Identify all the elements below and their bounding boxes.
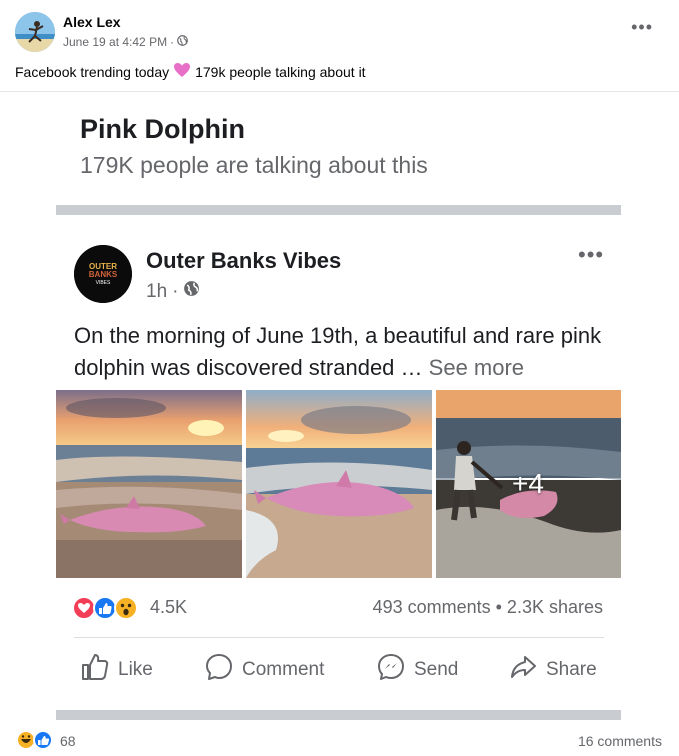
globe-icon xyxy=(183,280,200,303)
divider-bar xyxy=(56,205,621,215)
pink-heart-icon xyxy=(173,62,191,81)
page-time: 1h xyxy=(146,280,168,302)
globe-icon xyxy=(177,35,188,49)
post-footer: 68 16 comments xyxy=(0,720,679,756)
logo-text-vibes: VIBES xyxy=(96,280,111,286)
post-caption: Facebook trending today 179k people talk… xyxy=(15,62,366,81)
more-options-button[interactable]: ••• xyxy=(631,18,653,36)
dolphin-photo-2 xyxy=(246,390,432,578)
reaction-icons xyxy=(72,596,146,620)
reactions-bar: 4.5K 493 comments • 2.3K shares xyxy=(56,592,621,624)
page-meta: 1h · xyxy=(146,280,200,303)
footer-comments-link[interactable]: 16 comments xyxy=(578,733,662,749)
more-photos-overlay: +4 xyxy=(512,468,544,499)
reaction-count: 4.5K xyxy=(150,597,188,617)
share-arrow-icon xyxy=(508,652,538,688)
caption-text-after: 179k people talking about it xyxy=(195,63,366,80)
thumbs-up-icon xyxy=(80,652,110,688)
dolphin-photo-1 xyxy=(56,390,242,578)
trend-subtitle: 179K people are talking about this xyxy=(80,152,428,178)
page-name: Outer Banks Vibes xyxy=(146,248,342,273)
page-logo: OUTER BANKS VIBES xyxy=(74,245,132,303)
footer-reaction-count[interactable]: 68 xyxy=(60,733,76,749)
shared-screenshot[interactable]: Pink Dolphin 179K people are talking abo… xyxy=(0,92,679,720)
share-action: Share xyxy=(508,648,597,692)
like-label: Like xyxy=(118,659,153,680)
author-name[interactable]: Alex Lex xyxy=(63,14,121,30)
footer-reaction-icons[interactable] xyxy=(16,730,56,750)
post-meta: June 19 at 4:42 PM · xyxy=(63,35,188,49)
caption-text-before: Facebook trending today xyxy=(15,63,170,80)
comment-label: Comment xyxy=(242,659,325,680)
trend-title: Pink Dolphin xyxy=(80,114,245,144)
photo-grid: +4 xyxy=(56,390,621,578)
meta-separator: · xyxy=(170,35,175,49)
avatar[interactable] xyxy=(15,12,55,52)
send-label: Send xyxy=(414,659,459,680)
send-action: Send xyxy=(376,648,458,692)
comments-shares-count: 493 comments • 2.3K shares xyxy=(372,597,603,617)
page-meta-separator: · xyxy=(172,280,179,302)
shared-post-text: On the morning of June 19th, a beautiful… xyxy=(74,320,614,384)
divider xyxy=(74,637,604,638)
more-options-icon: ••• xyxy=(578,242,605,267)
post-header: Alex Lex June 19 at 4:42 PM · ••• Facebo… xyxy=(0,0,679,92)
messenger-icon xyxy=(376,652,406,688)
share-label: Share xyxy=(546,659,597,680)
dolphin-photo-3: +4 xyxy=(436,390,621,578)
comment-action: Comment xyxy=(204,648,324,692)
post-timestamp[interactable]: June 19 at 4:42 PM xyxy=(63,35,167,49)
like-action: Like xyxy=(80,648,153,692)
shared-action-bar: Like Comment Send Share xyxy=(56,648,621,692)
divider-bar xyxy=(56,710,621,720)
logo-text-banks: BANKS xyxy=(89,270,118,279)
comment-bubble-icon xyxy=(204,652,234,688)
see-more-link: See more xyxy=(428,355,525,380)
